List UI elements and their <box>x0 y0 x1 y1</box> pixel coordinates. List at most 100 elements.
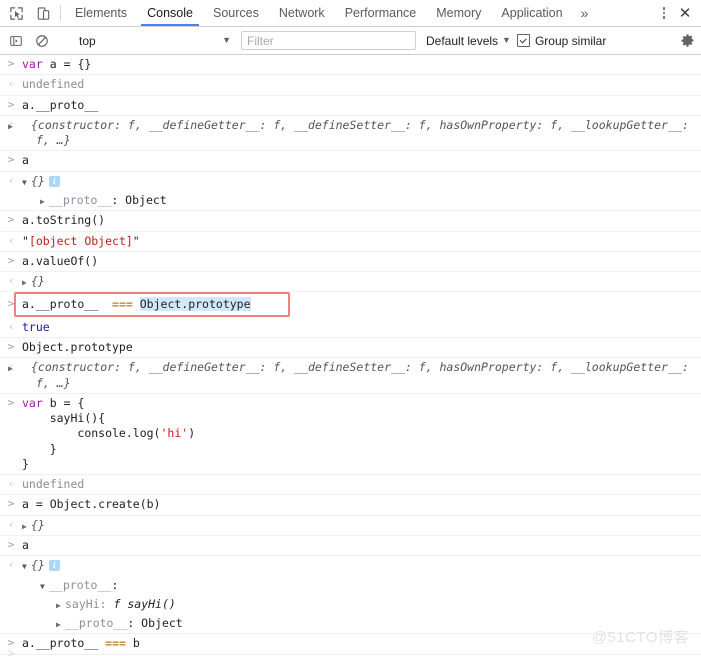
gear-glyph <box>681 34 694 47</box>
log-levels-dropdown[interactable]: Default levels ▼ <box>426 34 511 48</box>
sayhi-signature: sayHi(){ <box>49 411 106 426</box>
expand-triangle-icon[interactable]: ▶ <box>8 364 31 375</box>
console-row-input[interactable]: > a.valueOf() <box>0 252 701 273</box>
input-marker: > <box>7 153 15 167</box>
tabbar-right-controls: ✕ <box>646 0 701 26</box>
expand-triangle-icon[interactable]: ▶ <box>8 122 31 133</box>
watermark: @51CTO博客 <box>591 629 689 647</box>
more-options-icon[interactable] <box>655 3 673 23</box>
object-preview: {constructor: f, __defineGetter__: f, __… <box>31 360 696 390</box>
tab-application[interactable]: Application <box>491 0 572 26</box>
tab-memory[interactable]: Memory <box>426 0 491 26</box>
collapse-triangle-icon[interactable]: ▼ <box>40 582 49 593</box>
expand-triangle-icon[interactable]: ▶ <box>56 601 65 612</box>
console-row-input[interactable]: > Object.prototype <box>0 338 701 359</box>
expand-triangle-icon[interactable]: ▶ <box>40 197 49 208</box>
device-toolbar-icon[interactable] <box>33 3 53 23</box>
input-marker: > <box>7 339 15 353</box>
console-row-input-multiline[interactable]: > var b = { sayHi(){ console.log('hi') }… <box>0 394 701 476</box>
expression-left: a.__proto__ <box>22 297 99 312</box>
expand-triangle-icon[interactable]: ▶ <box>22 278 31 289</box>
output-marker: ‹ <box>7 319 15 333</box>
console-row-input[interactable]: > var a = {} <box>0 55 701 76</box>
object-value: {} <box>31 274 45 289</box>
tab-sources[interactable]: Sources <box>203 0 269 26</box>
clear-console-icon[interactable] <box>32 31 52 51</box>
output-marker: ‹ <box>7 477 15 491</box>
method-sayhi-definition <box>22 411 50 425</box>
console-row-output: ‹ ▼{} i <box>0 172 701 191</box>
input-marker: > <box>7 297 15 311</box>
info-badge-icon[interactable]: i <box>48 560 60 572</box>
console-message-text: ▼{} i <box>22 558 701 573</box>
expression-right-selected: Object.prototype <box>139 297 251 312</box>
settings-gear-icon[interactable] <box>680 33 695 48</box>
console-row-output: ‹ ▶{} <box>0 516 701 537</box>
console-row-output: ‹ ▼{} i <box>0 556 701 575</box>
devtools-tabbar: Elements Console Sources Network Perform… <box>0 0 701 27</box>
console-message-text: a.__proto__ === Object.prototype <box>22 297 701 312</box>
console-message-text: ▶{} <box>22 274 701 289</box>
group-similar-checkbox[interactable] <box>516 34 530 47</box>
console-row-input[interactable]: > a <box>0 151 701 172</box>
property-value-object: Object <box>141 616 183 631</box>
brace-close-inner: } <box>49 441 57 456</box>
console-output-area[interactable]: > var a = {} ‹ undefined > a.__proto__ ‹… <box>0 55 701 656</box>
inspect-element-icon[interactable] <box>6 3 26 23</box>
input-marker: > <box>7 97 15 111</box>
paren-close: ) <box>188 426 196 441</box>
object-preview: {constructor: f, __defineGetter__: f, __… <box>31 117 696 148</box>
property-name-sayhi: sayHi: <box>65 596 107 611</box>
collapse-triangle-icon[interactable]: ▼ <box>22 178 31 189</box>
console-message-text: undefined <box>22 77 85 92</box>
info-badge-icon[interactable]: i <box>48 175 60 187</box>
tab-network[interactable]: Network <box>269 0 335 26</box>
chevron-down-icon: ▼ <box>502 35 511 45</box>
tab-elements[interactable]: Elements <box>65 0 137 26</box>
console-row-input[interactable]: > a.__proto__ <box>0 96 701 116</box>
property-name-proto: __proto__ <box>49 577 112 592</box>
console-row-input[interactable]: > a <box>0 536 701 557</box>
filter-input[interactable] <box>241 31 416 50</box>
group-similar-toggle[interactable]: Group similar <box>516 33 607 48</box>
execution-context-value: top <box>79 33 96 48</box>
console-message-text: a.valueOf() <box>22 253 99 268</box>
console-row-output: ‹ undefined <box>0 75 701 96</box>
console-row-property[interactable]: ▼ __proto__: <box>0 576 701 595</box>
tab-performance[interactable]: Performance <box>335 0 427 26</box>
object-value: {} <box>31 517 45 532</box>
output-marker: ‹ <box>7 233 15 247</box>
devtools-tab-list: Elements Console Sources Network Perform… <box>65 0 646 26</box>
group-similar-label: Group similar <box>534 33 607 48</box>
tab-console[interactable]: Console <box>137 0 203 26</box>
tabbar-divider <box>60 5 61 21</box>
more-tabs-icon[interactable]: » <box>573 0 597 26</box>
console-row-input[interactable]: > a.toString() <box>0 211 701 232</box>
console-message-text: a = Object.create(b) <box>22 497 161 512</box>
console-row-property[interactable]: ▶ __proto__: Object <box>0 191 701 212</box>
output-marker: ‹ <box>7 77 15 91</box>
console-row-output: ‹ true <box>0 318 701 338</box>
close-icon[interactable]: ✕ <box>675 3 695 23</box>
console-row-input-highlighted[interactable]: > a.__proto__ === Object.prototype <box>0 292 701 318</box>
console-message-text: ▶ __proto__: Object <box>22 193 701 208</box>
expand-triangle-icon[interactable]: ▶ <box>56 620 65 631</box>
quote-open: " <box>22 233 29 248</box>
execution-context-selector[interactable]: top ▼ <box>71 31 235 50</box>
collapse-triangle-icon[interactable]: ▼ <box>22 562 31 573</box>
console-message-text: ▶{} <box>22 518 701 533</box>
expression-a-proto: a.__proto__ <box>22 97 99 112</box>
clear-console-glyph <box>36 34 48 47</box>
string-value: [object Object] <box>28 233 133 248</box>
input-marker: > <box>7 538 15 552</box>
console-row-property[interactable]: ▶ sayHi: f sayHi() <box>0 595 701 614</box>
input-marker: > <box>7 253 15 267</box>
assign-operator: = <box>63 57 71 71</box>
hi-string: 'hi' <box>160 426 189 441</box>
console-filter-bar: top ▼ Default levels ▼ Group similar <box>0 27 701 55</box>
console-message-text: ▶ sayHi: f sayHi() <box>22 597 701 612</box>
console-sidebar-toggle-icon[interactable] <box>6 31 26 51</box>
expand-triangle-icon[interactable]: ▶ <box>22 522 31 533</box>
console-row-output: ‹ "[object Object]" <box>0 232 701 252</box>
console-row-input[interactable]: > a = Object.create(b) <box>0 495 701 516</box>
